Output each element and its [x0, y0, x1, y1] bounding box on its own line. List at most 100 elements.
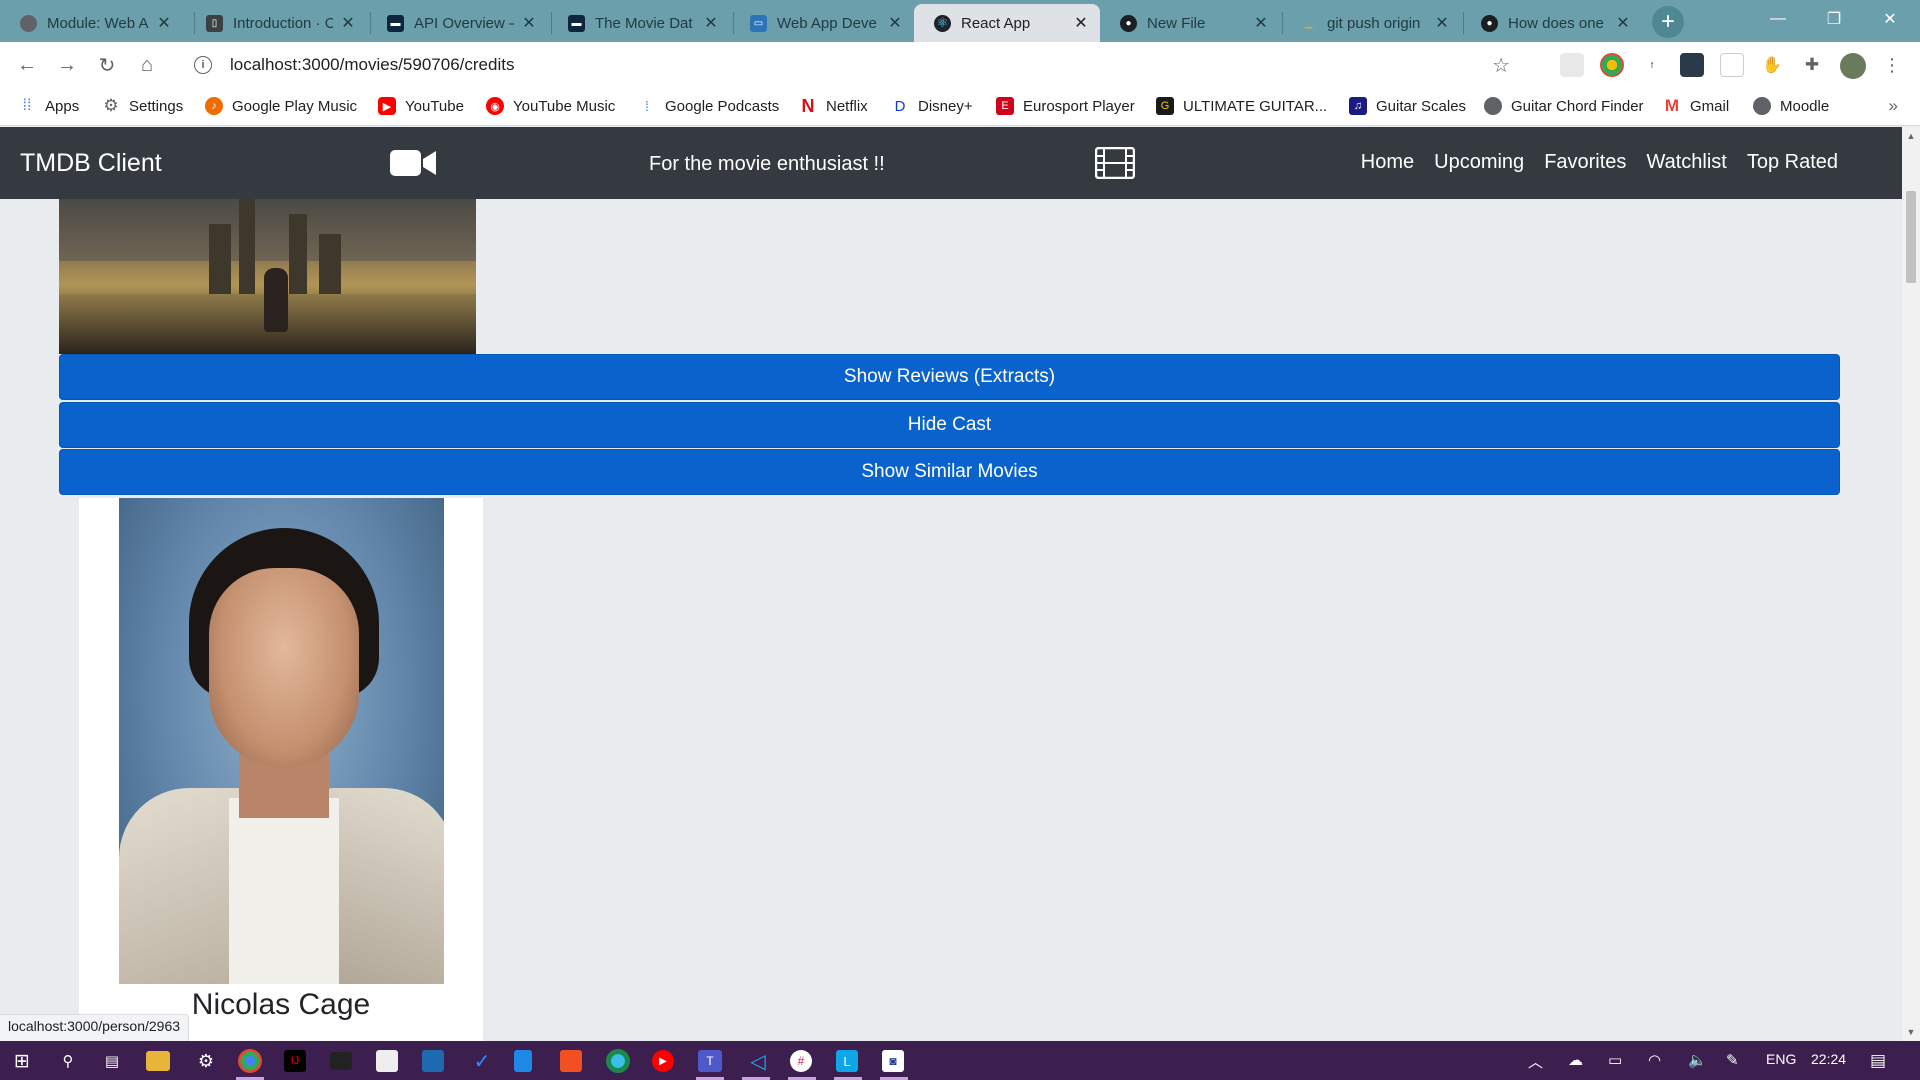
bookmark-guitar-scales[interactable]: ♫ Guitar Scales: [1349, 97, 1466, 115]
site-info-icon[interactable]: i: [194, 56, 212, 74]
close-icon[interactable]: ✕: [886, 13, 904, 33]
extension-icon[interactable]: [1680, 53, 1704, 77]
chrome-icon[interactable]: [238, 1049, 262, 1073]
home-button[interactable]: ⌂: [132, 50, 162, 80]
extension-icon[interactable]: [1560, 53, 1584, 77]
bookmark-disney[interactable]: D Disney+: [891, 97, 973, 115]
browser-tab-active[interactable]: ⚛ React App ✕: [914, 4, 1100, 42]
more-bookmarks-chevron-icon[interactable]: »: [1889, 96, 1898, 116]
browser-tab[interactable]: ● New File ✕: [1100, 4, 1280, 42]
edge-icon[interactable]: [606, 1049, 630, 1073]
bookmark-gmail[interactable]: M Gmail: [1663, 96, 1729, 115]
browser-tab[interactable]: ● How does one ✕: [1461, 4, 1642, 42]
speaker-muted-icon[interactable]: 🔈: [1688, 1051, 1707, 1069]
clock[interactable]: 22:24: [1811, 1051, 1846, 1067]
browser-tab[interactable]: Module: Web A ✕: [0, 4, 183, 42]
restore-button[interactable]: ❐: [1806, 0, 1862, 38]
bookmark-google-play-music[interactable]: ♪ Google Play Music: [205, 97, 357, 115]
hand-extension-icon[interactable]: ✋: [1760, 53, 1784, 77]
browser-tab[interactable]: ▁ git push origin ✕: [1280, 4, 1461, 42]
vscode-icon[interactable]: ◁: [744, 1047, 772, 1075]
bookmark-settings[interactable]: ⚙ Settings: [102, 96, 183, 115]
extension-icon[interactable]: [1720, 53, 1744, 77]
close-icon[interactable]: ✕: [520, 13, 538, 33]
minimize-button[interactable]: —: [1750, 0, 1806, 38]
close-icon[interactable]: ✕: [1614, 13, 1632, 33]
close-window-button[interactable]: ✕: [1862, 0, 1918, 38]
bookmark-ultimate-guitar[interactable]: G ULTIMATE GUITAR...: [1156, 97, 1327, 115]
language-indicator[interactable]: ENG: [1766, 1051, 1796, 1067]
close-icon[interactable]: ✕: [339, 13, 357, 33]
bookmark-star-icon[interactable]: ☆: [1492, 53, 1510, 78]
app-brand[interactable]: TMDB Client: [20, 149, 162, 178]
close-icon[interactable]: ✕: [1252, 13, 1270, 33]
browser-tab[interactable]: ▭ Web App Deve ✕: [730, 4, 914, 42]
scroll-down-arrow-icon[interactable]: ▼: [1902, 1023, 1920, 1041]
forward-button[interactable]: →: [52, 50, 82, 80]
bookmark-netflix[interactable]: N Netflix: [799, 96, 868, 116]
fonts-extension-icon[interactable]: f: [1640, 53, 1664, 77]
show-similar-movies-button[interactable]: Show Similar Movies: [59, 449, 1840, 495]
bookmark-eurosport[interactable]: E Eurosport Player: [996, 97, 1135, 115]
photos-icon[interactable]: [422, 1050, 444, 1072]
bookmark-apps[interactable]: ⁞⁞ Apps: [18, 97, 80, 115]
extension-icon[interactable]: [1600, 53, 1624, 77]
terminal-icon[interactable]: [330, 1052, 352, 1070]
browser-tab[interactable]: ▯ Introduction · C ✕: [186, 4, 367, 42]
new-tab-button[interactable]: +: [1652, 6, 1684, 38]
reload-button[interactable]: ↻: [92, 50, 122, 80]
forward-arrow-icon: →: [57, 53, 77, 76]
puzzle-icon[interactable]: ✚: [1800, 53, 1824, 77]
nav-link-top-rated[interactable]: Top Rated: [1747, 151, 1838, 174]
scroll-up-arrow-icon[interactable]: ▲: [1902, 127, 1920, 145]
notification-center-icon[interactable]: ▤: [1870, 1051, 1886, 1071]
menu-kebab-icon[interactable]: ⋮: [1880, 53, 1904, 77]
page-scrollbar[interactable]: ▲ ▼: [1902, 127, 1920, 1041]
scrollbar-thumb[interactable]: [1906, 191, 1916, 283]
slack-icon[interactable]: #: [790, 1050, 812, 1072]
close-icon[interactable]: ✕: [1072, 13, 1090, 33]
file-explorer-icon[interactable]: [146, 1051, 170, 1071]
cast-card[interactable]: Nicolas Cage: [79, 498, 483, 1041]
bookmark-youtube[interactable]: ▶ YouTube: [378, 97, 464, 115]
show-reviews-button[interactable]: Show Reviews (Extracts): [59, 354, 1840, 400]
todo-check-icon[interactable]: ✓: [468, 1047, 496, 1075]
show-hidden-icons-chevron-icon[interactable]: ︿: [1528, 1051, 1543, 1072]
pen-icon[interactable]: ✎: [1726, 1051, 1739, 1069]
task-view-icon[interactable]: ▤: [98, 1047, 126, 1075]
url-text[interactable]: localhost:3000/movies/590706/credits: [230, 55, 514, 75]
youtube-music-app-icon[interactable]: ▶: [652, 1050, 674, 1072]
snip-tool-icon[interactable]: ◙: [882, 1050, 904, 1072]
nav-link-home[interactable]: Home: [1361, 151, 1414, 174]
windows-start-icon[interactable]: ⊞: [8, 1047, 36, 1075]
wifi-icon[interactable]: ◠: [1648, 1051, 1661, 1069]
nav-link-watchlist[interactable]: Watchlist: [1646, 151, 1726, 174]
teams-icon[interactable]: T: [698, 1050, 722, 1072]
back-button[interactable]: ←: [12, 50, 42, 80]
intellij-icon[interactable]: IJ: [284, 1050, 306, 1072]
nav-link-favorites[interactable]: Favorites: [1544, 151, 1626, 174]
close-icon[interactable]: ✕: [155, 13, 173, 33]
tab-title: New File: [1147, 14, 1206, 32]
bookmark-youtube-music[interactable]: ◉ YouTube Music: [486, 97, 615, 115]
office-icon[interactable]: [560, 1050, 582, 1072]
address-bar[interactable]: i localhost:3000/movies/590706/credits ☆: [176, 47, 1528, 83]
l-app-icon[interactable]: L: [836, 1050, 858, 1072]
battery-icon[interactable]: ▭: [1608, 1051, 1622, 1069]
close-icon[interactable]: ✕: [1433, 13, 1451, 33]
onedrive-cloud-icon[interactable]: ☁: [1568, 1051, 1583, 1069]
nav-link-upcoming[interactable]: Upcoming: [1434, 151, 1524, 174]
settings-gear-icon[interactable]: ⚙: [192, 1047, 220, 1075]
bookmark-moodle[interactable]: Moodle: [1753, 97, 1829, 115]
bookmark-google-podcasts[interactable]: ⁞ Google Podcasts: [638, 97, 779, 115]
file-icon[interactable]: [514, 1050, 532, 1072]
notepad-icon[interactable]: [376, 1050, 398, 1072]
actor-photo[interactable]: [119, 498, 444, 984]
avatar[interactable]: [1840, 53, 1866, 79]
hide-cast-button[interactable]: Hide Cast: [59, 402, 1840, 448]
browser-tab[interactable]: ▬ API Overview – ✕: [367, 4, 548, 42]
close-icon[interactable]: ✕: [702, 13, 720, 33]
bookmark-guitar-chord-finder[interactable]: Guitar Chord Finder: [1484, 97, 1644, 115]
browser-tab[interactable]: ▬ The Movie Dat ✕: [548, 4, 730, 42]
search-icon[interactable]: ⚲: [54, 1047, 82, 1075]
